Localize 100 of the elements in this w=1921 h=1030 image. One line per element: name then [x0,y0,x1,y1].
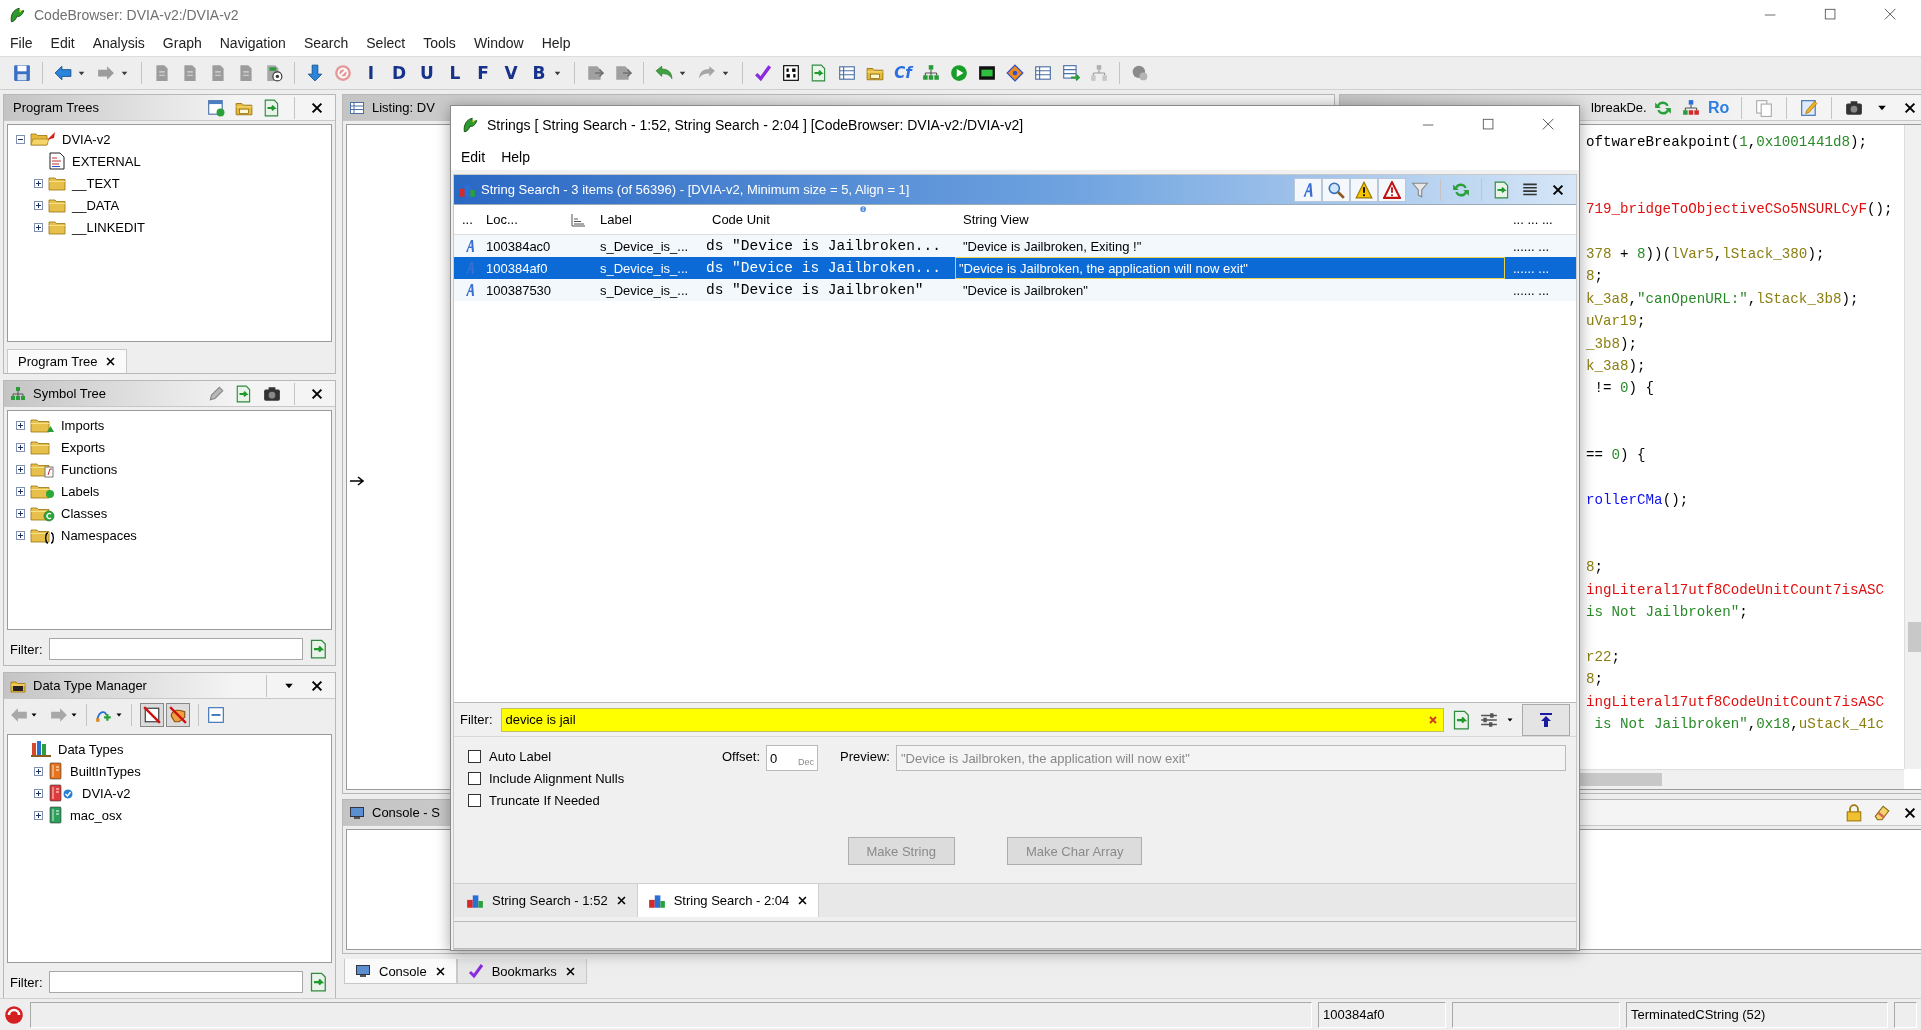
panel-tab[interactable]: Bookmarks [456,959,587,984]
table-icon[interactable] [1034,64,1052,82]
menu-item[interactable]: Edit [41,32,84,54]
close-icon[interactable] [1902,100,1917,115]
close-icon[interactable] [615,895,627,906]
up-arrow-button[interactable] [1522,703,1570,736]
hierarchy-icon[interactable] [922,64,940,82]
tree-item[interactable]: DVIA-v2 [80,784,133,802]
maximize-icon[interactable] [1482,118,1496,132]
tree-item[interactable]: Labels [59,482,102,500]
column-header[interactable]: Loc... [478,205,562,234]
tree-item[interactable]: Classes [59,504,110,522]
tree-item[interactable]: BuiltInTypes [68,762,143,780]
expand-icon[interactable] [33,200,43,210]
sheet-icon[interactable] [235,384,253,403]
toolbar-button[interactable]: Cf [889,64,917,82]
tree-item[interactable]: EXTERNAL [70,152,143,170]
sheet-icon[interactable] [263,98,281,117]
toolbar-button[interactable]: Ro [1707,98,1730,117]
menu-item[interactable]: Help [493,146,538,168]
caret-icon[interactable] [70,711,78,719]
camera-icon[interactable] [263,384,281,403]
panel-tab[interactable]: Console [344,959,457,984]
hierarchy-icon[interactable] [1681,98,1700,117]
undo-icon[interactable] [655,64,673,82]
page-icon[interactable] [265,64,283,82]
expand-icon[interactable] [33,222,43,232]
close-icon[interactable] [1902,805,1917,820]
expand-icon[interactable] [15,486,25,496]
toolbar-button[interactable]: F [469,63,497,83]
pencil-icon[interactable] [207,384,225,403]
page-icon[interactable] [586,64,604,82]
warning-icon[interactable] [1383,180,1401,199]
close-icon[interactable] [1884,8,1898,22]
column-header[interactable]: ... [454,205,478,234]
collapse-icon[interactable] [15,134,25,144]
filter-icon[interactable] [1411,180,1429,199]
play-icon[interactable] [950,64,968,82]
toolbar-button[interactable]: I [357,63,385,83]
table-icon[interactable] [1062,64,1080,82]
table-icon[interactable] [838,64,856,82]
warning-icon[interactable] [1355,180,1373,199]
clear-icon[interactable] [1427,713,1439,726]
menu-item[interactable]: Tools [414,32,465,54]
close-icon[interactable] [564,965,576,977]
expand-icon[interactable] [15,508,25,518]
menu-item[interactable]: Help [532,32,580,54]
sheet-icon[interactable] [309,972,329,992]
close-icon[interactable] [434,965,446,977]
menu-item[interactable]: Edit [453,146,494,168]
menu-item[interactable]: Analysis [83,32,154,54]
eraser-icon[interactable] [1872,803,1891,822]
filter-field[interactable] [48,638,303,660]
sheet-icon[interactable] [309,639,329,659]
left-arrow-icon[interactable] [54,64,72,82]
camera-icon[interactable] [1844,98,1863,117]
expand-icon[interactable] [33,788,43,798]
vertical-scrollbar[interactable] [1903,125,1921,769]
filter-field[interactable] [48,971,303,993]
column-header[interactable]: Code Unit [704,205,955,234]
tree-item[interactable]: Data Types [56,740,126,758]
tree-item[interactable]: DVIA-v2 [60,130,113,148]
table-row[interactable]: 100387530 s_Device_is_... ds "Device is Jailbroken" "Device is Jailbroken" ...... ... [454,279,1576,301]
caret-icon[interactable] [115,711,123,719]
close-icon[interactable] [1542,118,1556,132]
tree-item[interactable]: Exports [59,438,108,456]
expand-icon[interactable] [33,178,43,188]
chip-icon[interactable] [978,64,996,82]
menu-item[interactable]: Window [464,32,533,54]
expand-icon[interactable] [33,810,43,820]
table-row[interactable]: 100384af0 s_Device_is_... ds "Device is Jailbroken... "Device is Jailbroken, the application will now exit" ...... ... [454,257,1576,279]
tree-item[interactable]: __DATA [70,196,122,214]
dialog-tab[interactable]: String Search - 1:52 [456,884,638,917]
maximize-icon[interactable] [1824,8,1838,22]
expand-icon[interactable] [15,530,25,540]
sheet-icon[interactable] [1452,709,1472,730]
sort-icon[interactable] [570,211,586,228]
menu-item[interactable]: Navigation [210,32,295,54]
filter-field[interactable]: device is jail [500,707,1444,732]
expand-icon[interactable] [15,442,25,452]
circle-icon[interactable] [1131,64,1149,82]
toolbar-button[interactable]: D [385,63,413,83]
lock-icon[interactable] [1844,803,1863,822]
tree-item[interactable]: Imports [59,416,107,434]
tree-item[interactable]: Functions [59,460,120,478]
column-header[interactable]: ... ... ... [1505,205,1576,234]
tree-item[interactable]: __TEXT [70,174,122,192]
settings-icon[interactable] [1480,710,1498,729]
save-icon[interactable] [13,64,31,82]
tree-item[interactable]: Namespaces [59,526,139,544]
tree-item[interactable]: mac_osx [68,806,125,824]
checkbox[interactable] [468,750,481,763]
tree-item[interactable]: __LINKEDIT [70,218,147,236]
expand-icon[interactable] [15,464,25,474]
close-icon[interactable] [797,895,809,906]
expand-icon[interactable] [15,420,25,430]
sheet-icon[interactable] [1493,180,1511,199]
sheet-icon[interactable] [810,64,828,82]
close-icon[interactable] [310,100,324,115]
close-icon[interactable] [1551,182,1565,197]
